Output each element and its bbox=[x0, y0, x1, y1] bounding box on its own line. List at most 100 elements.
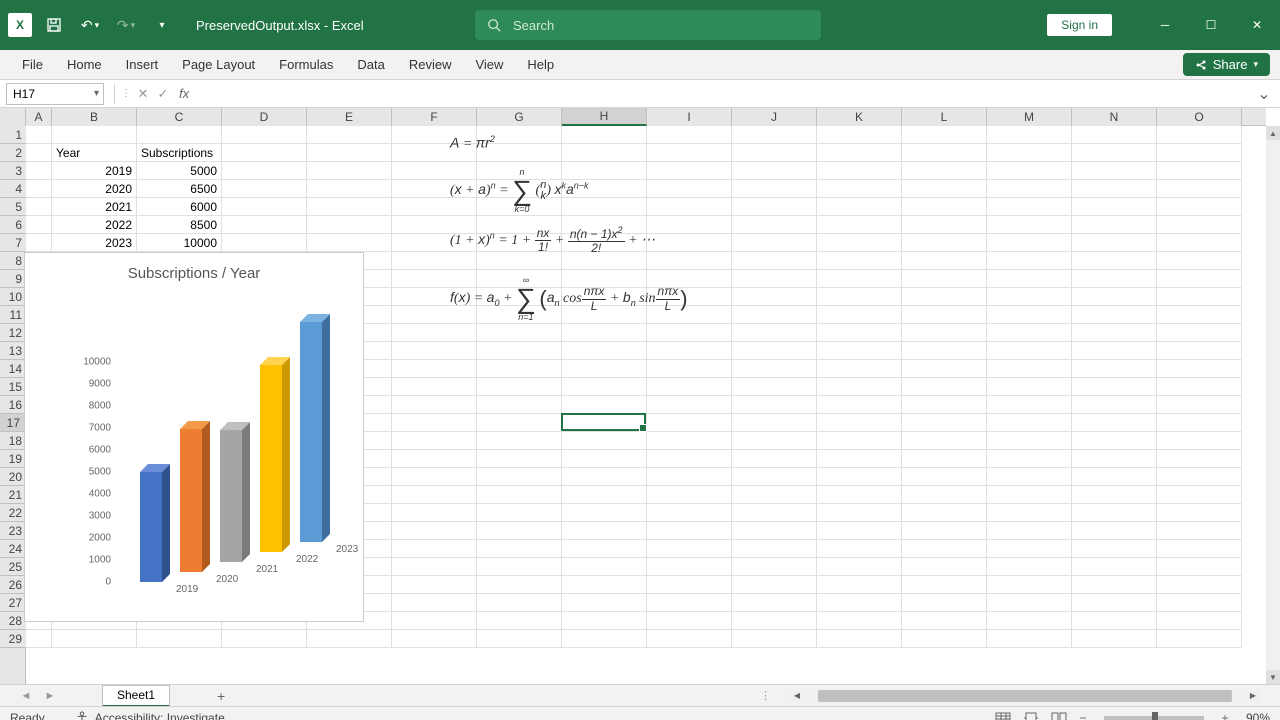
col-header-C[interactable]: C bbox=[137, 108, 222, 126]
col-header-J[interactable]: J bbox=[732, 108, 817, 126]
cell-B2[interactable]: Year bbox=[52, 144, 137, 162]
row-header-11[interactable]: 11 bbox=[0, 306, 26, 324]
minimize-button[interactable]: ─ bbox=[1142, 0, 1188, 50]
cell-C7[interactable]: 10000 bbox=[137, 234, 222, 252]
row-header-13[interactable]: 13 bbox=[0, 342, 26, 360]
cell-B3[interactable]: 2019 bbox=[52, 162, 137, 180]
row-header-7[interactable]: 7 bbox=[0, 234, 26, 252]
sign-in-button[interactable]: Sign in bbox=[1047, 14, 1112, 36]
row-header-15[interactable]: 15 bbox=[0, 378, 26, 396]
row-header-22[interactable]: 22 bbox=[0, 504, 26, 522]
view-normal-button[interactable] bbox=[992, 709, 1014, 720]
col-header-M[interactable]: M bbox=[987, 108, 1072, 126]
col-header-F[interactable]: F bbox=[392, 108, 477, 126]
qat-customize[interactable]: ▾ bbox=[148, 11, 176, 39]
tab-home[interactable]: Home bbox=[55, 50, 114, 80]
scroll-right-button[interactable]: ▶ bbox=[1246, 689, 1260, 703]
cell-C2[interactable]: Subscriptions bbox=[137, 144, 222, 162]
tab-split-handle[interactable]: ⋮ bbox=[760, 689, 771, 702]
chart-subscriptions[interactable]: Subscriptions / Year 0100020003000400050… bbox=[24, 252, 364, 622]
view-page-break-button[interactable] bbox=[1048, 709, 1070, 720]
hscroll-thumb[interactable] bbox=[818, 690, 1232, 702]
row-header-6[interactable]: 6 bbox=[0, 216, 26, 234]
row-header-14[interactable]: 14 bbox=[0, 360, 26, 378]
zoom-level[interactable]: 90% bbox=[1246, 711, 1270, 720]
share-button[interactable]: Share ▾ bbox=[1183, 53, 1270, 76]
add-sheet-button[interactable]: + bbox=[210, 685, 232, 707]
vertical-scrollbar[interactable]: ▲ ▼ bbox=[1266, 126, 1280, 684]
row-header-26[interactable]: 26 bbox=[0, 576, 26, 594]
sheet-nav-next[interactable]: ► bbox=[38, 685, 62, 707]
zoom-thumb[interactable] bbox=[1152, 712, 1158, 720]
row-header-4[interactable]: 4 bbox=[0, 180, 26, 198]
row-header-5[interactable]: 5 bbox=[0, 198, 26, 216]
row-header-12[interactable]: 12 bbox=[0, 324, 26, 342]
col-header-H[interactable]: H bbox=[562, 108, 647, 126]
scroll-up-button[interactable]: ▲ bbox=[1266, 126, 1280, 140]
row-header-19[interactable]: 19 bbox=[0, 450, 26, 468]
col-header-I[interactable]: I bbox=[647, 108, 732, 126]
row-header-3[interactable]: 3 bbox=[0, 162, 26, 180]
col-header-O[interactable]: O bbox=[1157, 108, 1242, 126]
equation-2[interactable]: (x + a)n = n∑k=0 (nk) xkan−k bbox=[450, 168, 589, 214]
spreadsheet-grid[interactable]: ABCDEFGHIJKLMNO 123456789101112131415161… bbox=[0, 108, 1280, 684]
cancel-formula-button[interactable]: ✕ bbox=[133, 84, 153, 104]
view-page-layout-button[interactable] bbox=[1020, 709, 1042, 720]
sheet-nav-prev[interactable]: ◄ bbox=[14, 685, 38, 707]
equation-1[interactable]: A = πr2 bbox=[450, 134, 495, 153]
col-header-K[interactable]: K bbox=[817, 108, 902, 126]
row-header-21[interactable]: 21 bbox=[0, 486, 26, 504]
row-header-25[interactable]: 25 bbox=[0, 558, 26, 576]
equation-3[interactable]: (1 + x)n = 1 + nx1! + n(n − 1)x22! + ⋯ bbox=[450, 226, 655, 255]
row-header-9[interactable]: 9 bbox=[0, 270, 26, 288]
col-header-A[interactable]: A bbox=[26, 108, 52, 126]
row-header-2[interactable]: 2 bbox=[0, 144, 26, 162]
cell-C5[interactable]: 6000 bbox=[137, 198, 222, 216]
tab-view[interactable]: View bbox=[463, 50, 515, 80]
col-header-L[interactable]: L bbox=[902, 108, 987, 126]
cell-C6[interactable]: 8500 bbox=[137, 216, 222, 234]
row-header-28[interactable]: 28 bbox=[0, 612, 26, 630]
undo-button[interactable]: ↶▾ bbox=[76, 11, 104, 39]
maximize-button[interactable]: ☐ bbox=[1188, 0, 1234, 50]
cell-B7[interactable]: 2023 bbox=[52, 234, 137, 252]
row-header-20[interactable]: 20 bbox=[0, 468, 26, 486]
cell-C3[interactable]: 5000 bbox=[137, 162, 222, 180]
tab-formulas[interactable]: Formulas bbox=[267, 50, 345, 80]
scroll-left-button[interactable]: ◀ bbox=[790, 689, 804, 703]
row-header-23[interactable]: 23 bbox=[0, 522, 26, 540]
accessibility-status[interactable]: Accessibility: Investigate bbox=[75, 711, 225, 720]
row-header-1[interactable]: 1 bbox=[0, 126, 26, 144]
tab-help[interactable]: Help bbox=[515, 50, 566, 80]
col-header-D[interactable]: D bbox=[222, 108, 307, 126]
scroll-down-button[interactable]: ▼ bbox=[1266, 670, 1280, 684]
close-button[interactable]: ✕ bbox=[1234, 0, 1280, 50]
cell-C4[interactable]: 6500 bbox=[137, 180, 222, 198]
redo-button[interactable]: ↷▾ bbox=[112, 11, 140, 39]
formula-input[interactable] bbox=[195, 83, 1254, 105]
chevron-down-icon[interactable]: ▾ bbox=[94, 88, 99, 99]
save-icon[interactable] bbox=[40, 11, 68, 39]
row-header-17[interactable]: 17 bbox=[0, 414, 26, 432]
row-header-16[interactable]: 16 bbox=[0, 396, 26, 414]
col-header-E[interactable]: E bbox=[307, 108, 392, 126]
search-box[interactable]: Search bbox=[475, 10, 821, 40]
zoom-out-button[interactable]: − bbox=[1076, 711, 1090, 720]
select-all-corner[interactable] bbox=[0, 108, 26, 126]
zoom-slider[interactable] bbox=[1104, 716, 1204, 720]
row-header-29[interactable]: 29 bbox=[0, 630, 26, 648]
row-header-10[interactable]: 10 bbox=[0, 288, 26, 306]
fx-icon[interactable]: fx bbox=[179, 86, 189, 101]
cell-B4[interactable]: 2020 bbox=[52, 180, 137, 198]
row-header-27[interactable]: 27 bbox=[0, 594, 26, 612]
row-header-24[interactable]: 24 bbox=[0, 540, 26, 558]
name-box[interactable]: H17 ▾ bbox=[6, 83, 104, 105]
sheet-tab-sheet1[interactable]: Sheet1 bbox=[102, 685, 170, 707]
tab-insert[interactable]: Insert bbox=[114, 50, 171, 80]
tab-page-layout[interactable]: Page Layout bbox=[170, 50, 267, 80]
tab-review[interactable]: Review bbox=[397, 50, 464, 80]
zoom-in-button[interactable]: + bbox=[1218, 711, 1232, 720]
equation-4[interactable]: f(x) = a0 + ∞∑n=1 (an cosnπxL + bn sinnπ… bbox=[450, 276, 688, 322]
tab-file[interactable]: File bbox=[10, 50, 55, 80]
col-header-B[interactable]: B bbox=[52, 108, 137, 126]
